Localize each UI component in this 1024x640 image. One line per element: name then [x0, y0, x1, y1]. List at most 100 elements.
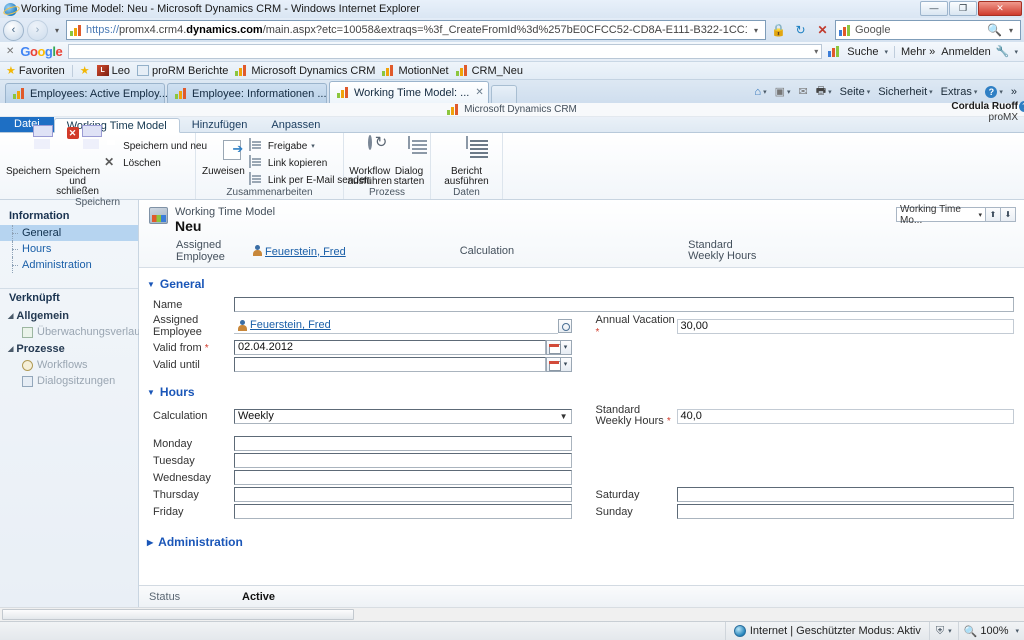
valid-from-input[interactable]: 02.04.2012: [234, 340, 546, 355]
sidebar-item-hours[interactable]: Hours: [0, 241, 138, 257]
command-overflow-button[interactable]: »: [1008, 86, 1020, 98]
google-mehr-button[interactable]: Mehr »: [901, 46, 935, 58]
address-dropdown-icon[interactable]: ▾: [750, 26, 762, 35]
wednesday-input[interactable]: [234, 470, 572, 485]
close-button[interactable]: ✕: [978, 1, 1022, 16]
nav-group-allgemein[interactable]: ◢ Allgemein: [0, 307, 138, 324]
chevron-down-icon[interactable]: ▾: [311, 142, 315, 150]
maximize-button[interactable]: ❐: [949, 1, 977, 16]
assigned-employee-value[interactable]: Feuerstein, Fred: [250, 319, 331, 332]
friday-input[interactable]: [234, 504, 572, 519]
tuesday-input[interactable]: [234, 453, 572, 468]
google-suche-caret-icon[interactable]: ▾: [884, 48, 888, 56]
favorite-item-leo[interactable]: L Leo: [96, 65, 130, 77]
sidebar-item-dialogsitzungen[interactable]: Dialogsitzungen: [0, 373, 138, 389]
zoom-control[interactable]: 🔍 100% ▾: [957, 622, 1024, 640]
calendar-icon[interactable]: [545, 340, 561, 355]
calculation-select[interactable]: Weekly ▼: [234, 408, 572, 424]
previous-record-button[interactable]: ⬆: [986, 207, 1001, 222]
horizontal-scrollbar[interactable]: [0, 607, 1024, 621]
home-button[interactable]: ⌂ ▾: [751, 86, 769, 98]
ribbon-tab-anpassen[interactable]: Anpassen: [259, 117, 332, 132]
chevron-down-icon[interactable]: ▾: [828, 88, 832, 96]
add-favorite-icon[interactable]: ★: [80, 64, 90, 77]
save-button[interactable]: Speichern: [6, 136, 51, 177]
minimize-button[interactable]: —: [920, 1, 948, 16]
run-workflow-button[interactable]: Workflow ausführen: [347, 135, 392, 187]
chevron-down-icon[interactable]: ▾: [999, 88, 1003, 96]
page-menu-button[interactable]: Seite ▾: [837, 86, 874, 98]
favorite-item-motionnet[interactable]: MotionNet: [382, 65, 449, 77]
crm-help-icon[interactable]: ?: [1019, 101, 1024, 112]
header-assigned-employee-value[interactable]: Feuerstein, Fred: [252, 244, 346, 258]
google-toolbar-close-icon[interactable]: ✕: [6, 46, 14, 57]
refresh-icon[interactable]: ↻: [791, 21, 810, 40]
favorite-item-crm-neu[interactable]: CRM_Neu: [455, 65, 523, 77]
chevron-down-icon[interactable]: ▾: [867, 88, 871, 96]
favorite-item-microsoft-dynamics-crm[interactable]: Microsoft Dynamics CRM: [235, 65, 375, 77]
scrollbar-thumb[interactable]: [2, 609, 354, 620]
address-input[interactable]: https://promx4.crm4.dynamics.com/main.as…: [66, 20, 766, 40]
run-report-button[interactable]: Bericht ausführen: [438, 136, 496, 187]
browser-tab-working-time-model[interactable]: Working Time Model: ... ✕: [329, 81, 489, 103]
section-header-general[interactable]: ▼ General: [139, 274, 1024, 296]
start-dialog-button[interactable]: Dialog starten: [394, 136, 424, 187]
nav-group-prozesse[interactable]: ◢ Prozesse: [0, 340, 138, 357]
save-and-close-button[interactable]: ✕ Speichern und schließen: [55, 127, 100, 197]
favorites-button[interactable]: ★ Favoriten: [6, 64, 65, 78]
google-settings-icon[interactable]: 🔧: [996, 45, 1010, 58]
google-settings-caret-icon[interactable]: ▾: [1014, 48, 1018, 56]
search-magnifier-icon[interactable]: 🔍: [987, 23, 1002, 37]
browser-tab-employees[interactable]: Employees: Active Employ...: [5, 83, 168, 103]
thursday-input[interactable]: [234, 487, 572, 502]
monday-input[interactable]: [234, 436, 572, 451]
tab-close-icon[interactable]: ✕: [475, 87, 483, 98]
forward-button[interactable]: ›: [27, 19, 48, 41]
feeds-button[interactable]: ▣ ▾: [772, 85, 794, 98]
chevron-down-icon[interactable]: ▾: [948, 627, 952, 635]
sidebar-item-workflows[interactable]: Workflows: [0, 357, 138, 373]
chevron-down-icon[interactable]: ▾: [1015, 627, 1019, 635]
section-header-hours[interactable]: ▼ Hours: [139, 373, 1024, 404]
valid-until-input[interactable]: [234, 357, 546, 372]
chevron-down-icon[interactable]: ▾: [929, 88, 933, 96]
security-zone-indicator[interactable]: Internet | Geschützter Modus: Aktiv: [724, 622, 929, 640]
search-provider-dropdown-icon[interactable]: ▾: [1005, 26, 1017, 35]
assigned-employee-lookup[interactable]: Feuerstein, Fred: [234, 318, 558, 334]
sidebar-item-administration[interactable]: Administration: [0, 257, 138, 273]
browser-tab-employee-informationen[interactable]: Employee: Informationen ...: [167, 83, 327, 103]
stop-icon[interactable]: ✕: [813, 21, 832, 40]
chevron-down-icon[interactable]: ▾: [560, 357, 572, 372]
save-and-new-button[interactable]: Speichern und neu: [104, 139, 207, 153]
ribbon-tab-hinzufuegen[interactable]: Hinzufügen: [180, 117, 260, 132]
chevron-down-icon[interactable]: ▾: [974, 88, 978, 96]
chevron-down-icon[interactable]: ▾: [787, 88, 791, 96]
google-suche-button[interactable]: Suche: [847, 46, 878, 58]
sidebar-item-ueberwachungsverlauf[interactable]: Überwachungsverlauf: [0, 324, 143, 340]
compatibility-view-button[interactable]: ⛨ ▾: [928, 622, 958, 640]
lookup-search-icon[interactable]: [557, 319, 572, 333]
google-search-dropdown-icon[interactable]: ▾: [814, 47, 818, 56]
chevron-down-icon[interactable]: ▾: [560, 340, 572, 355]
calendar-icon[interactable]: [545, 357, 561, 372]
back-button[interactable]: ‹: [3, 19, 24, 41]
read-mail-button[interactable]: ✉: [796, 85, 811, 98]
new-tab-button[interactable]: [491, 85, 517, 103]
google-signin-link[interactable]: Anmelden: [941, 46, 991, 58]
favorite-item-prorm-berichte[interactable]: proRM Berichte: [136, 65, 228, 77]
help-menu-button[interactable]: ? ▾: [982, 85, 1006, 98]
google-search-input[interactable]: ▾: [68, 44, 823, 59]
delete-button[interactable]: ✕ Löschen: [104, 156, 207, 170]
browser-search-input[interactable]: Google 🔍 ▾: [835, 20, 1021, 40]
tools-menu-button[interactable]: Extras ▾: [938, 86, 981, 98]
recent-pages-dropdown-icon[interactable]: ▾: [51, 26, 63, 35]
annual-vacation-input[interactable]: 30,00: [676, 318, 1014, 334]
sunday-input[interactable]: [676, 504, 1014, 519]
standard-weekly-hours-input[interactable]: 40,0: [676, 408, 1014, 424]
next-record-button[interactable]: ⬇: [1001, 207, 1016, 222]
section-header-administration[interactable]: ▶ Administration: [139, 520, 1024, 554]
sidebar-item-general[interactable]: General: [0, 225, 138, 241]
print-button[interactable]: 🖶 ▾: [813, 82, 835, 101]
saturday-input[interactable]: [676, 487, 1014, 502]
security-menu-button[interactable]: Sicherheit ▾: [875, 86, 935, 98]
